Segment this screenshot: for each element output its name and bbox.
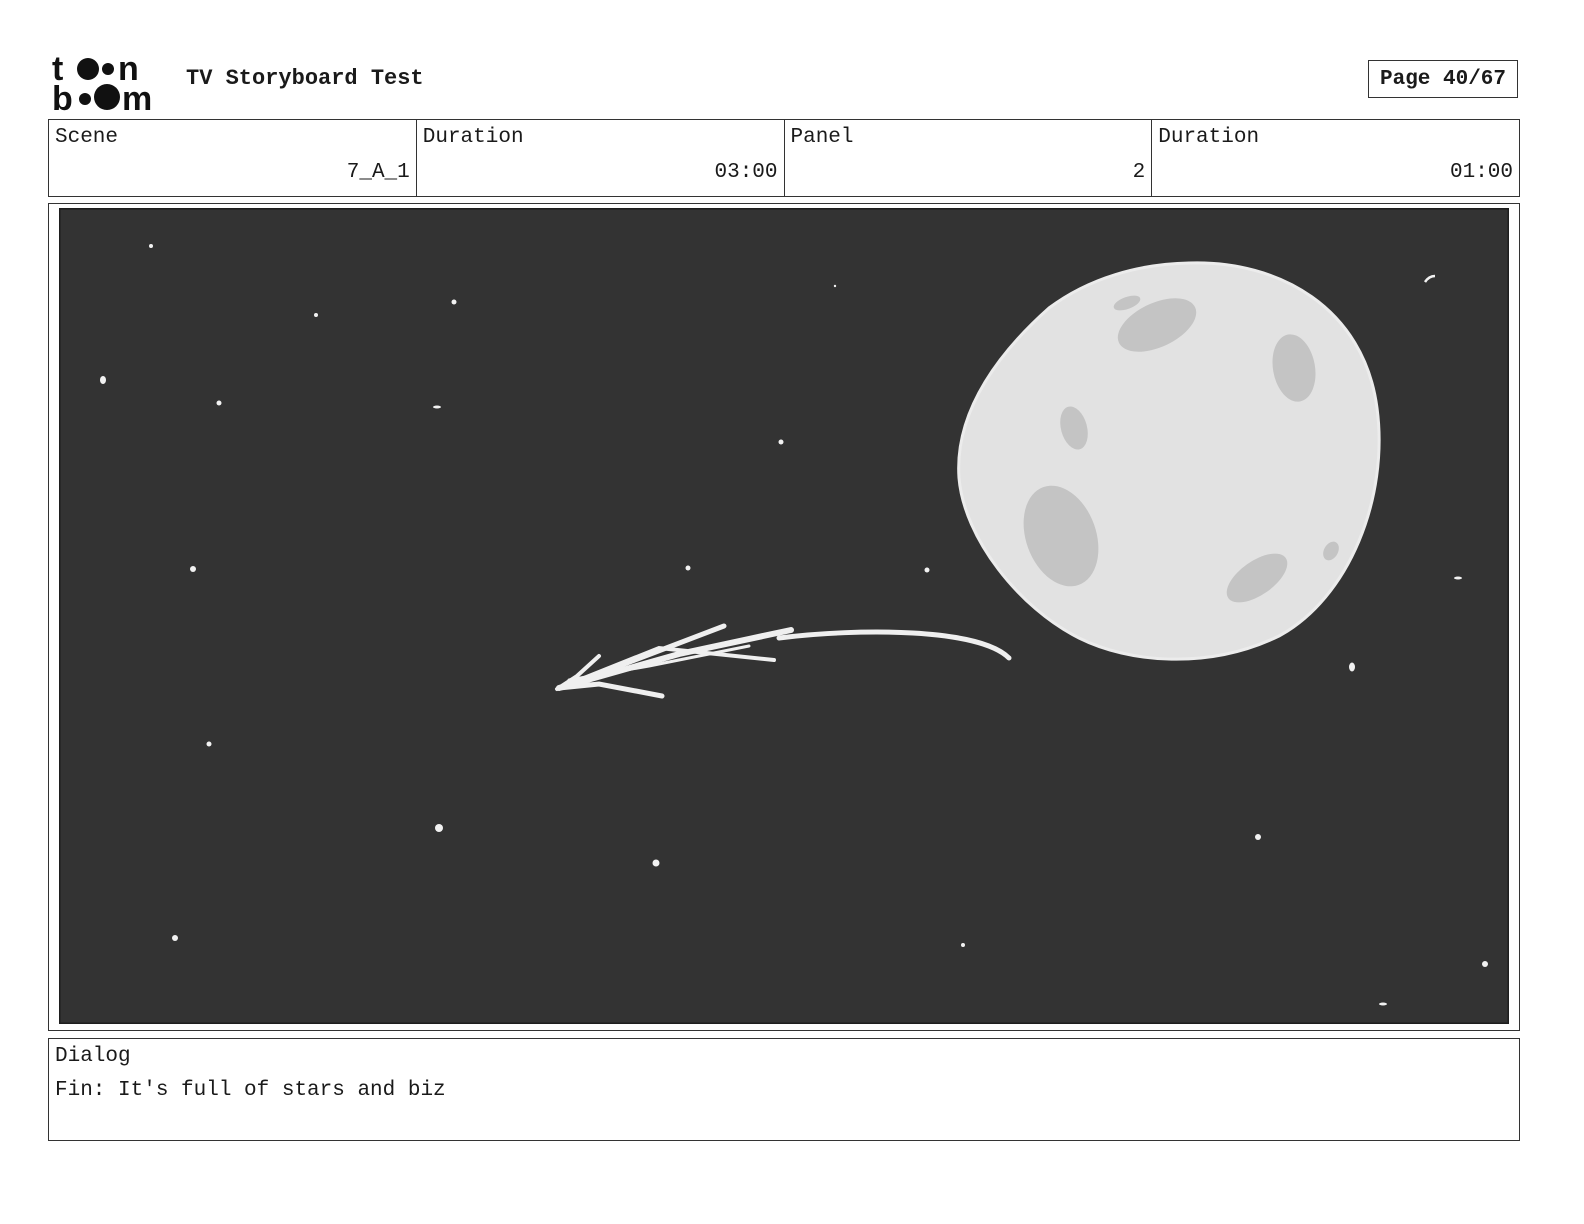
scene-duration-label: Duration [422,126,524,149]
dialog-label: Dialog [55,1045,131,1068]
scene-duration-cell: Duration 03:00 [415,120,784,196]
storyboard-panel-image [59,208,1509,1024]
storyboard-panel-frame [48,203,1520,1031]
scene-cell: Scene 7_A_1 [49,120,416,196]
dialog-text: Fin: It's full of stars and biz [55,1079,446,1102]
svg-text:b: b [52,80,73,112]
panel-info-row: Scene 7_A_1 Duration 03:00 Panel 2 Durat… [48,119,1520,197]
scene-duration-value: 03:00 [714,161,778,184]
panel-duration-cell: Duration 01:00 [1151,120,1519,196]
dialog-box: Dialog Fin: It's full of stars and biz [48,1038,1520,1141]
panel-value: 2 [1132,161,1146,184]
scene-value: 7_A_1 [346,161,410,184]
panel-duration-value: 01:00 [1449,161,1513,184]
panel-label: Panel [790,126,854,149]
scene-label: Scene [55,126,119,149]
page-indicator: Page 40/67 [1368,60,1518,98]
toon-boom-logo: t n b m [52,52,152,112]
panel-cell: Panel 2 [783,120,1152,196]
svg-text:m: m [122,80,152,112]
panel-duration-label: Duration [1158,126,1260,149]
document-title: TV Storyboard Test [186,66,424,91]
